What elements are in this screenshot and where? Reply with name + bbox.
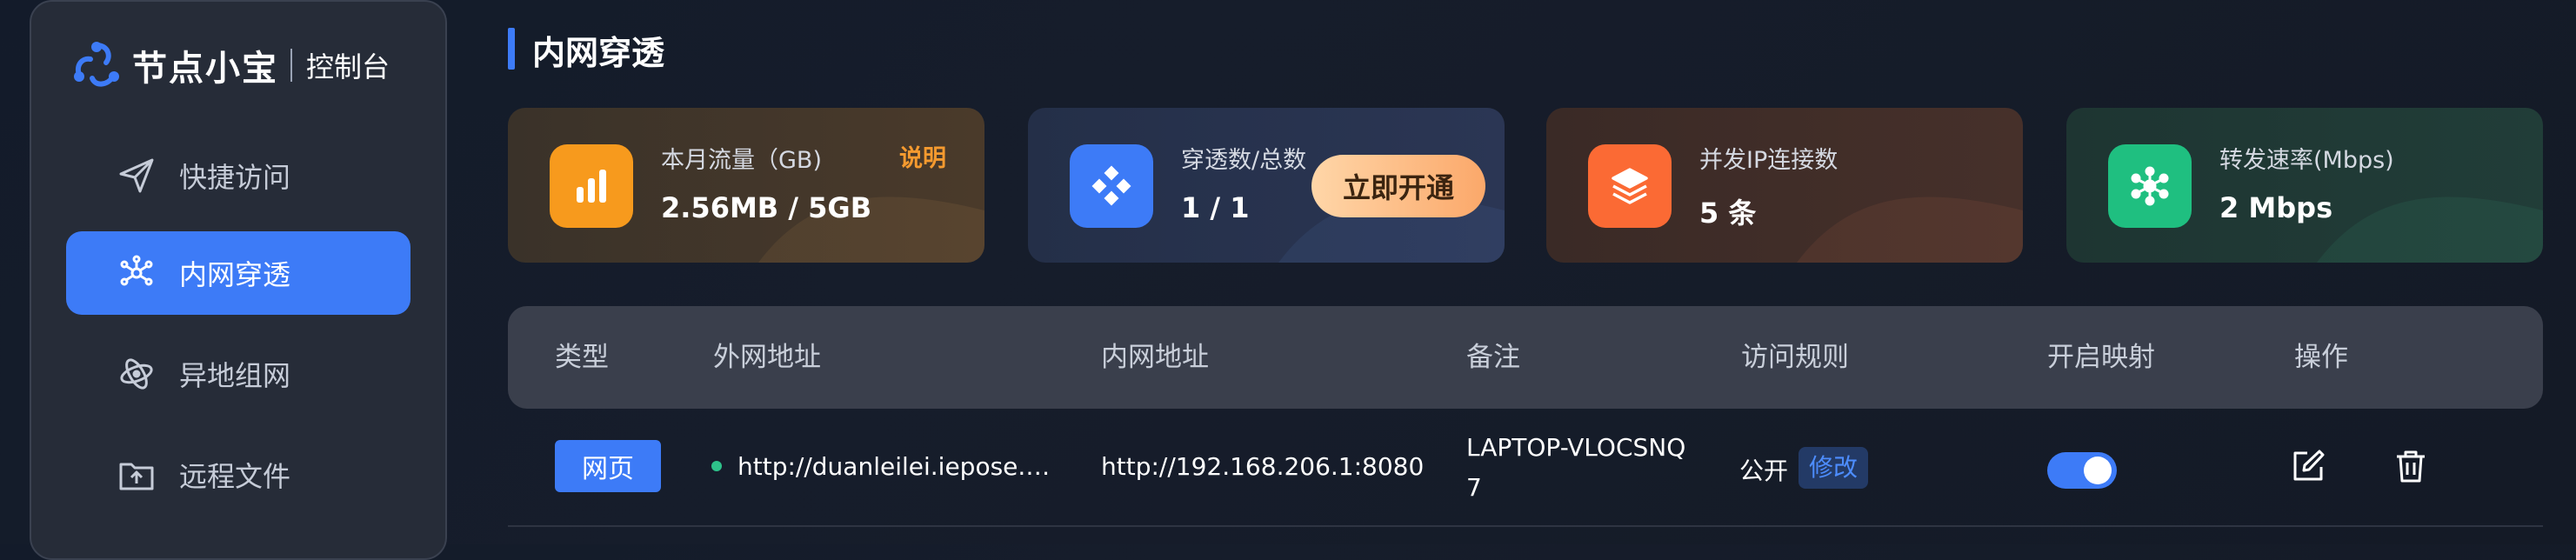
hub-icon: [2108, 144, 2192, 228]
mapping-toggle[interactable]: [2047, 452, 2117, 489]
note-line-2: 7: [1466, 473, 1482, 502]
brand-logo[interactable]: 节点小宝 控制台: [68, 35, 390, 96]
sidebar-item-label: 内网穿透: [179, 258, 291, 291]
sidebar-item-intranet-penetration[interactable]: 内网穿透: [66, 231, 410, 315]
status-dot: [711, 461, 722, 471]
stat-card-concurrent-ip: 并发IP连接数 5 条: [1546, 108, 2023, 263]
delete-button[interactable]: [2388, 443, 2433, 489]
column-header-internal-address: 内网地址: [1101, 342, 1209, 373]
folder-upload-icon: [117, 455, 157, 495]
sidebar-item-quick-access[interactable]: 快捷访问: [66, 134, 410, 217]
page-title: 内网穿透: [532, 34, 665, 72]
stat-label: 穿透数/总数: [1181, 147, 1307, 174]
stat-value: 1 / 1: [1181, 191, 1250, 224]
stat-label: 本月流量（GB): [661, 147, 822, 174]
stat-label: 并发IP连接数: [1699, 147, 1839, 174]
column-header-external-address: 外网地址: [713, 342, 821, 373]
diamond-grid-icon: [1070, 144, 1153, 228]
column-header-access-rule: 访问规则: [1741, 342, 1849, 373]
edit-rule-button[interactable]: 修改: [1799, 447, 1869, 489]
brand-divider: [290, 49, 292, 82]
internal-address: http://192.168.206.1:8080: [1101, 452, 1425, 481]
column-header-note: 备注: [1466, 342, 1520, 373]
table-header: 类型 外网地址 内网地址 备注 访问规则 开启映射 操作: [508, 306, 2543, 409]
stat-value: 5 条: [1699, 197, 1757, 230]
stat-value: 2.56MB / 5GB: [661, 191, 872, 224]
stat-label: 转发速率(Mbps): [2219, 147, 2394, 174]
page-title-accent: [508, 28, 515, 70]
toggle-knob: [2084, 457, 2112, 484]
external-address-link[interactable]: http://duanleilei.ieposе.…: [737, 452, 1050, 481]
column-header-type: 类型: [555, 342, 609, 373]
stat-value: 2 Mbps: [2219, 191, 2333, 224]
brand-name: 节点小宝: [132, 49, 278, 89]
trash-icon: [2397, 450, 2425, 483]
layers-icon: [1588, 144, 1672, 228]
network-nodes-icon: [117, 253, 157, 293]
edit-icon: [2293, 450, 2325, 481]
sidebar-item-label: 异地组网: [179, 359, 291, 392]
type-badge: 网页: [555, 440, 661, 492]
sidebar: 节点小宝 控制台 快捷访问 内网穿透 异地组网 远程文件: [30, 0, 447, 560]
stat-card-forward-rate: 转发速率(Mbps) 2 Mbps: [2066, 108, 2543, 263]
sidebar-item-label: 远程文件: [179, 460, 291, 493]
send-icon: [117, 156, 157, 196]
sidebar-item-remote-files[interactable]: 远程文件: [66, 433, 410, 517]
column-header-enable-mapping: 开启映射: [2047, 342, 2155, 373]
edit-button[interactable]: [2286, 443, 2331, 489]
explain-link[interactable]: 说明: [899, 139, 946, 173]
row-divider: [508, 525, 2543, 527]
note-line-1: LAPTOP-VLOCSNQ: [1466, 433, 1686, 462]
sidebar-item-remote-networking[interactable]: 异地组网: [66, 332, 410, 416]
atom-icon: [117, 354, 157, 394]
stat-card-traffic: 本月流量（GB) 2.56MB / 5GB 说明: [508, 108, 984, 263]
activate-now-button[interactable]: 立即开通: [1311, 155, 1485, 217]
column-header-actions: 操作: [2294, 342, 2348, 373]
logo-mark-icon: [74, 42, 119, 87]
bar-chart-icon: [550, 144, 633, 228]
brand-subtitle: 控制台: [306, 50, 390, 83]
access-rule-value: 公开: [1739, 457, 1789, 485]
sidebar-item-label: 快捷访问: [179, 161, 291, 194]
